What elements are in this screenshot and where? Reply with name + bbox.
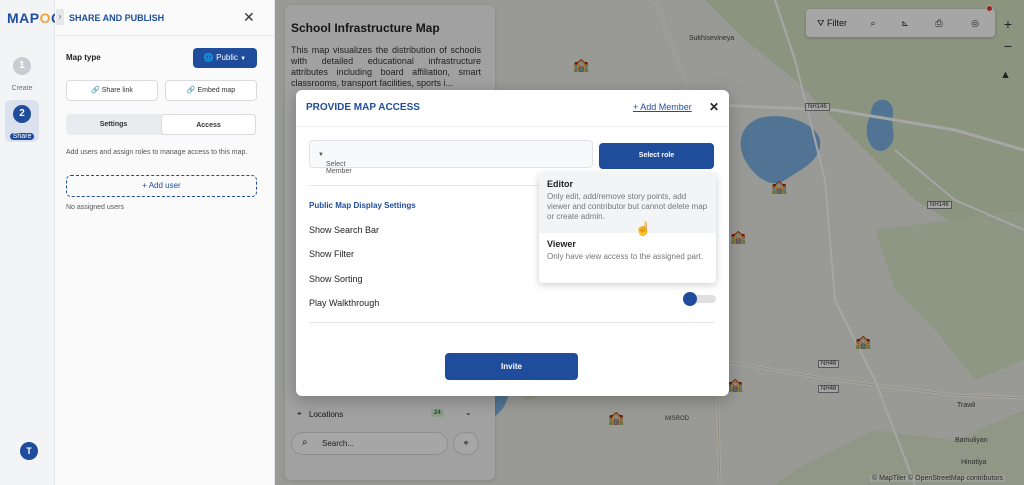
setting-walkthrough: Play Walkthrough — [309, 298, 380, 308]
modal-title: PROVIDE MAP ACCESS — [306, 102, 420, 113]
setting-sorting: Show Sorting — [309, 274, 363, 284]
panel-title: SHARE AND PUBLISH — [69, 13, 165, 23]
step-create[interactable]: 1 Create — [5, 52, 39, 94]
setting-search-bar: Show Search Bar — [309, 225, 380, 235]
share-panel: › SHARE AND PUBLISH ✕ Map type 🌐 Public … — [55, 0, 275, 485]
chevron-down-icon: ▼ — [240, 56, 247, 62]
no-users-text: No assigned users — [66, 204, 124, 211]
step-number: 1 — [13, 57, 31, 75]
hand-cursor-icon: ☝ — [635, 221, 652, 236]
close-modal-button[interactable]: ✕ — [709, 100, 719, 114]
collapse-panel-button[interactable]: › — [56, 9, 64, 25]
close-panel-button[interactable]: ✕ — [243, 9, 255, 26]
invite-button[interactable]: Invite — [445, 353, 578, 380]
settings-title: Public Map Display Settings — [309, 201, 416, 210]
link-icon: 🔗 — [186, 87, 196, 94]
tab-settings[interactable]: Settings — [66, 114, 161, 135]
globe-icon: 🌐 — [203, 53, 214, 62]
toggle-knob — [683, 292, 697, 306]
select-role-button[interactable]: Select role — [599, 143, 714, 169]
map-type-select[interactable]: 🌐 Public ▼ — [193, 48, 257, 68]
role-option-editor[interactable]: Editor Only edit, add/remove story point… — [539, 173, 716, 233]
step-label: Share — [9, 133, 35, 140]
panel-header: › SHARE AND PUBLISH ✕ — [55, 0, 275, 36]
step-number: 2 — [13, 105, 31, 123]
add-user-button[interactable]: + Add user — [66, 175, 257, 197]
add-member-link[interactable]: + Add Member — [633, 102, 692, 112]
access-description: Add users and assign roles to manage acc… — [66, 149, 248, 156]
link-icon: 🔗 — [91, 87, 100, 94]
divider — [309, 322, 714, 323]
step-label: Create — [11, 85, 33, 92]
left-rail: MAPOG 1 Create 2 Share T — [0, 0, 62, 485]
chevron-down-icon: ▼ — [318, 152, 324, 158]
embed-map-button[interactable]: 🔗 Embed map — [165, 80, 257, 101]
role-option-viewer[interactable]: Viewer Only have view access to the assi… — [539, 233, 716, 283]
role-name: Editor — [547, 179, 573, 189]
step-share[interactable]: 2 Share — [5, 100, 39, 142]
panel-tabs: Settings Access — [66, 114, 256, 135]
setting-filter: Show Filter — [309, 249, 355, 259]
role-dropdown: Editor Only edit, add/remove story point… — [539, 173, 716, 283]
map-type-label: Map type — [66, 53, 101, 62]
role-description: Only have view access to the assigned pa… — [547, 252, 704, 261]
user-avatar[interactable]: T — [20, 442, 38, 460]
divider — [296, 126, 729, 127]
member-select[interactable]: Select Member ▼ — [309, 140, 593, 175]
share-link-button[interactable]: 🔗 Share link — [66, 80, 158, 101]
role-name: Viewer — [547, 239, 576, 249]
tab-access[interactable]: Access — [161, 114, 256, 135]
role-description: Only edit, add/remove story points, add … — [547, 192, 708, 221]
walkthrough-toggle[interactable] — [683, 292, 716, 306]
